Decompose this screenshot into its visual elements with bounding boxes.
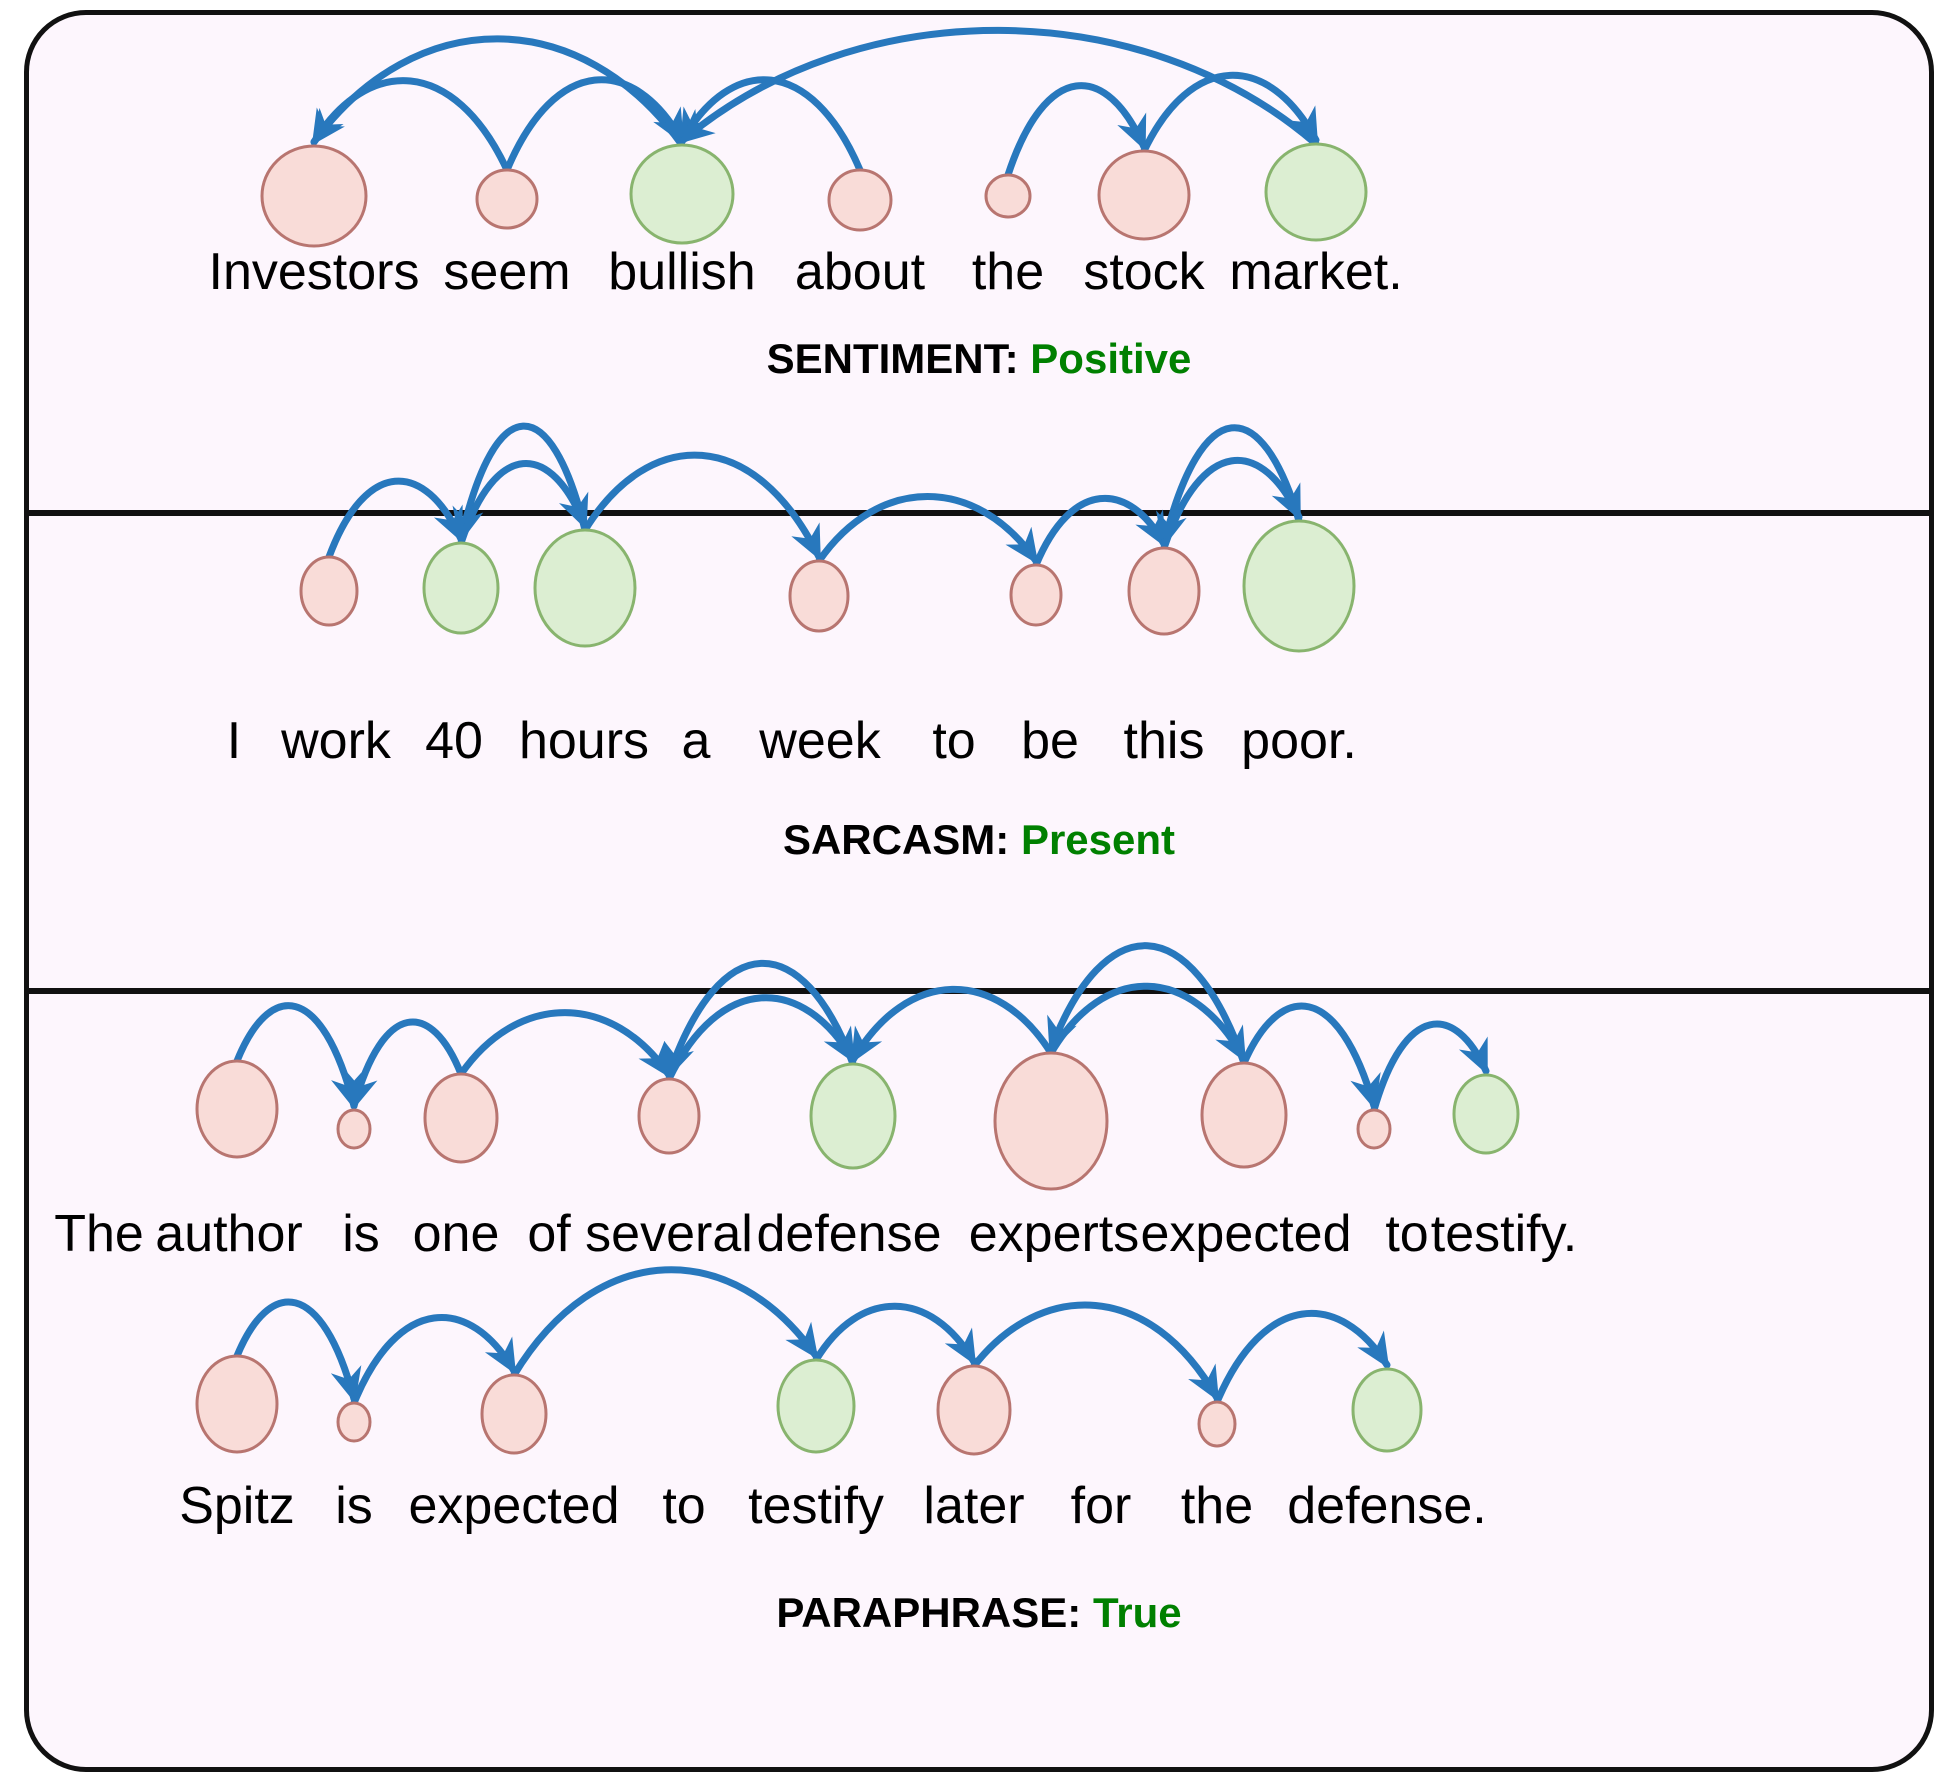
task-value-sentiment: Positive xyxy=(1030,335,1192,382)
token-weight-node xyxy=(629,143,735,245)
figure-root: Investors seem bullish about the stock market.… xyxy=(0,0,1958,1783)
token-weight-node xyxy=(336,1401,372,1443)
sentence-token: a xyxy=(681,712,711,770)
task-value-sarcasm: Present xyxy=(1020,816,1176,863)
token-weight-node xyxy=(1351,1367,1423,1453)
sentence-token: testify xyxy=(748,1477,884,1535)
sentence-token: to xyxy=(932,712,976,770)
task-name-sentiment: SENTIMENT xyxy=(766,335,1005,382)
task-label-sentiment: SENTIMENT: Positive xyxy=(24,335,1934,383)
sentence-token: seem xyxy=(443,243,571,301)
sentence-token: week xyxy=(759,712,881,770)
sentence-token: market. xyxy=(1229,243,1403,301)
sentence-token: work xyxy=(281,712,391,770)
task-separator-sarcasm: : xyxy=(995,816,1021,863)
sentence-token: experts xyxy=(968,1205,1140,1263)
token-weight-node xyxy=(827,168,893,232)
token-weight-node xyxy=(422,541,500,635)
sentence-token: is xyxy=(342,1205,380,1263)
sentence-token: stock xyxy=(1083,243,1205,301)
token-weight-node xyxy=(809,1062,897,1170)
sentence-token: several xyxy=(585,1205,753,1263)
sentence-token: one xyxy=(412,1205,500,1263)
token-weight-node xyxy=(788,559,850,633)
token-weight-node xyxy=(1127,546,1201,636)
sentence-token: hours xyxy=(518,712,650,770)
sentence-token: to xyxy=(1385,1205,1429,1263)
sentence-token: Investors xyxy=(208,243,420,301)
attention-arc xyxy=(678,26,1320,148)
token-weight-node xyxy=(1009,563,1063,627)
token-weight-node xyxy=(195,1059,279,1159)
sentence-token: to xyxy=(662,1477,706,1535)
attention-arc xyxy=(970,1301,1221,1402)
token-weight-node xyxy=(993,1051,1109,1191)
attention-arc xyxy=(812,1302,978,1366)
sentence-token: The xyxy=(54,1205,144,1263)
token-weight-node xyxy=(1264,142,1368,242)
token-weight-node xyxy=(1356,1108,1392,1150)
task-value-paraphrase: True xyxy=(1092,1589,1182,1636)
sentence-token: expected xyxy=(1140,1205,1352,1263)
sentence-token: the xyxy=(971,243,1045,301)
sentence-token: for xyxy=(1070,1477,1132,1535)
sentence-token: author xyxy=(155,1205,303,1263)
task-separator-sentiment: : xyxy=(1004,335,1031,382)
token-weight-node xyxy=(776,1358,856,1454)
sentence-token: defense. xyxy=(1287,1477,1487,1535)
arc-diagram-sarcasm xyxy=(299,422,1356,653)
sentence-token: poor. xyxy=(1241,712,1357,770)
sentence-token: be xyxy=(1021,712,1079,770)
sentence-token: the xyxy=(1180,1477,1254,1535)
panel-paraphrase: The author is one of several defense experts exp… xyxy=(24,942,1934,1772)
token-weight-node xyxy=(936,1364,1012,1456)
task-name-sarcasm: SARCASM xyxy=(782,816,996,863)
token-weight-node xyxy=(336,1108,372,1150)
token-weight-node xyxy=(423,1072,499,1164)
token-weight-node xyxy=(1242,519,1356,653)
task-label-sarcasm: SARCASM: Present xyxy=(24,816,1934,864)
task-name-paraphrase: PARAPHRASE xyxy=(776,1589,1068,1636)
task-separator-paraphrase: : xyxy=(1067,1589,1093,1636)
token-weight-node xyxy=(984,173,1032,219)
sentence-token: expected xyxy=(408,1477,620,1535)
sentence-token: Spitz xyxy=(179,1477,295,1535)
attention-arc xyxy=(457,1009,673,1079)
token-weight-node xyxy=(1200,1061,1288,1169)
sentence-token: testify. xyxy=(1430,1205,1578,1263)
token-weight-node xyxy=(533,528,637,648)
panel-sentiment: Investors seem bullish about the stock market.… xyxy=(24,10,1934,510)
token-weight-node xyxy=(480,1373,548,1455)
token-weight-node xyxy=(475,168,539,230)
token-weight-node xyxy=(1452,1073,1520,1155)
sentence-token: I xyxy=(226,712,242,770)
token-weight-node xyxy=(299,555,359,627)
sentence-token: later xyxy=(923,1477,1025,1535)
token-weight-node xyxy=(195,1354,279,1454)
attention-arc xyxy=(849,985,1055,1064)
attention-arc xyxy=(510,1266,820,1379)
token-weight-node xyxy=(637,1077,701,1155)
sentence-token: about xyxy=(794,243,926,301)
sentence-token: of xyxy=(527,1205,571,1263)
task-label-paraphrase: PARAPHRASE: True xyxy=(24,1589,1934,1637)
panel-sarcasm: Iwork 40 hours a week to be this poor. SARCASM: … xyxy=(24,422,1934,988)
token-weight-node xyxy=(260,144,368,248)
sentence-token: bullish xyxy=(608,243,756,301)
sentence-token: defense xyxy=(756,1205,942,1263)
token-weight-node xyxy=(1197,1400,1237,1448)
sentence-token: this xyxy=(1123,712,1205,770)
sentence-token: is xyxy=(335,1477,373,1535)
token-weight-node xyxy=(1097,149,1191,241)
sentence-token: 40 xyxy=(425,712,483,770)
